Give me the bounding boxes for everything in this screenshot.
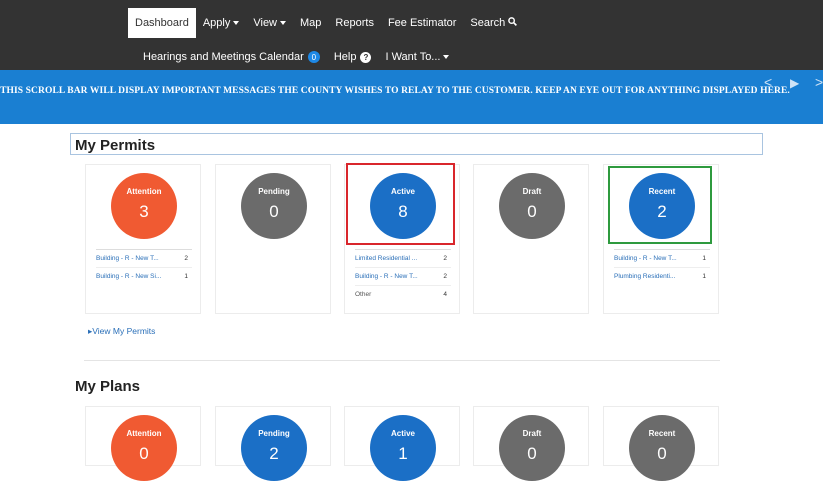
message-scroll-bar: THIS SCROLL BAR WILL DISPLAY IMPORTANT M… (0, 70, 823, 124)
nav-reports[interactable]: Reports (328, 8, 381, 38)
active-highlight-box (346, 163, 455, 245)
permit-type-count: 1 (702, 255, 706, 262)
permit-type-label[interactable]: Building - R - New T... (614, 255, 677, 262)
my-permits-heading: My Permits (75, 137, 156, 154)
nav-search-label: Search (470, 17, 506, 29)
permit-type-label[interactable]: Building - R - New T... (96, 255, 159, 262)
permit-type-label[interactable]: Other (355, 291, 371, 298)
recent-highlight-box (608, 166, 712, 244)
permit-status-circle[interactable]: Pending 0 (241, 173, 307, 239)
search-icon (508, 17, 518, 29)
chevron-down-icon (443, 55, 450, 59)
permit-type-count: 2 (184, 255, 188, 262)
plan-status-count: 0 (527, 444, 537, 463)
nav-hearings-calendar[interactable]: Hearings and Meetings Calendar 0 (136, 42, 327, 72)
nav-row-primary: Dashboard Apply View Map Reports Fee Est… (128, 8, 524, 38)
plan-status-label: Attention (126, 429, 162, 438)
chevron-down-icon (233, 21, 240, 25)
permit-type-label[interactable]: Limited Residential ... (355, 255, 417, 262)
permit-card-pending[interactable]: Pending 0 (215, 164, 331, 314)
permit-type-label[interactable]: Plumbing Residenti... (614, 273, 675, 280)
permit-status-count: 0 (269, 202, 279, 221)
scroll-next-icon[interactable]: > (815, 74, 823, 90)
nav-hearings-label: Hearings and Meetings Calendar (143, 51, 304, 63)
nav-row-secondary: Hearings and Meetings Calendar 0 Help? I … (136, 42, 456, 72)
plan-status-circle[interactable]: Pending 2 (241, 415, 307, 481)
list-item[interactable]: Building - R - New T... 2 (96, 249, 192, 267)
permit-status-count: 3 (139, 202, 149, 221)
list-item[interactable]: Building - R - New T... 1 (614, 249, 710, 267)
permit-status-circle[interactable]: Attention 3 (111, 173, 177, 239)
list-item[interactable]: Plumbing Residenti... 1 (614, 267, 710, 285)
permit-type-count: 1 (184, 273, 188, 280)
permit-type-count: 4 (443, 291, 447, 298)
scroll-prev-icon[interactable]: < (764, 74, 772, 90)
view-my-permits-label: View My Permits (92, 326, 156, 336)
nav-dashboard[interactable]: Dashboard (128, 8, 196, 38)
plan-status-label: Pending (258, 429, 290, 438)
nav-map[interactable]: Map (293, 8, 328, 38)
plan-status-label: Active (390, 429, 415, 438)
plan-status-circle[interactable]: Attention 0 (111, 415, 177, 481)
nav-apply-label: Apply (202, 17, 231, 29)
plan-status-circle[interactable]: Active 1 (370, 415, 436, 481)
plan-status-label: Draft (522, 429, 542, 438)
permit-status-label: Pending (258, 187, 290, 196)
permit-type-count: 1 (702, 273, 706, 280)
plan-status-count: 1 (398, 444, 408, 463)
permit-status-circle[interactable]: Draft 0 (499, 173, 565, 239)
permit-breakdown-list: Building - R - New T... 2 Building - R - N… (96, 249, 192, 285)
permit-type-count: 2 (443, 255, 447, 262)
permits-title-frame (70, 133, 763, 155)
help-icon: ? (360, 51, 372, 63)
chevron-down-icon (280, 21, 287, 25)
nav-help-label: Help (333, 51, 357, 63)
plan-card-attention[interactable]: Attention 0 (85, 406, 201, 481)
plan-status-count: 0 (139, 444, 149, 463)
nav-apply[interactable]: Apply (196, 8, 247, 38)
plan-status-count: 2 (269, 444, 279, 463)
nav-search[interactable]: Search (463, 8, 524, 38)
list-item[interactable]: Building - R - New Si... 1 (96, 267, 192, 285)
nav-fee-estimator[interactable]: Fee Estimator (381, 8, 463, 38)
plan-card-active[interactable]: Active 1 (344, 406, 460, 481)
list-item[interactable]: Building - R - New T... 2 (355, 267, 451, 285)
my-plans-heading: My Plans (75, 378, 141, 395)
permit-card-attention[interactable]: Attention 3 Building - R - New T... 2 Buildi… (85, 164, 201, 314)
permit-breakdown-list: Limited Residential ... 2 Building - R - N… (355, 249, 451, 303)
permit-status-count: 0 (527, 202, 537, 221)
permit-status-label: Draft (522, 187, 542, 196)
plan-card-pending[interactable]: Pending 2 (215, 406, 331, 481)
list-item[interactable]: Limited Residential ... 2 (355, 249, 451, 267)
top-navigation: Dashboard Apply View Map Reports Fee Est… (0, 0, 823, 70)
plan-card-recent[interactable]: Recent 0 (603, 406, 719, 481)
plan-status-label: Recent (648, 429, 676, 438)
nav-view[interactable]: View (246, 8, 293, 38)
permit-breakdown-list: Building - R - New T... 1 Plumbing Residen… (614, 249, 710, 285)
permit-type-label[interactable]: Building - R - New Si... (96, 273, 161, 280)
permit-type-label[interactable]: Building - R - New T... (355, 273, 418, 280)
permit-type-count: 2 (443, 273, 447, 280)
nav-help[interactable]: Help? (327, 42, 379, 72)
section-divider (84, 360, 720, 361)
plan-status-count: 0 (657, 444, 667, 463)
plan-card-draft[interactable]: Draft 0 (473, 406, 589, 481)
scroll-message: THIS SCROLL BAR WILL DISPLAY IMPORTANT M… (0, 86, 790, 96)
permit-card-draft[interactable]: Draft 0 (473, 164, 589, 314)
list-item[interactable]: Other 4 (355, 285, 451, 303)
scroll-play-icon[interactable]: ▶ (790, 76, 799, 90)
calendar-count-badge: 0 (307, 51, 320, 63)
nav-iwant-label: I Want To... (385, 51, 441, 63)
plan-status-circle[interactable]: Draft 0 (499, 415, 565, 481)
view-my-permits-link[interactable]: ▸View My Permits (88, 326, 155, 337)
nav-view-label: View (253, 17, 278, 29)
nav-i-want-to[interactable]: I Want To... (378, 42, 456, 72)
plan-status-circle[interactable]: Recent 0 (629, 415, 695, 481)
permit-status-label: Attention (126, 187, 162, 196)
